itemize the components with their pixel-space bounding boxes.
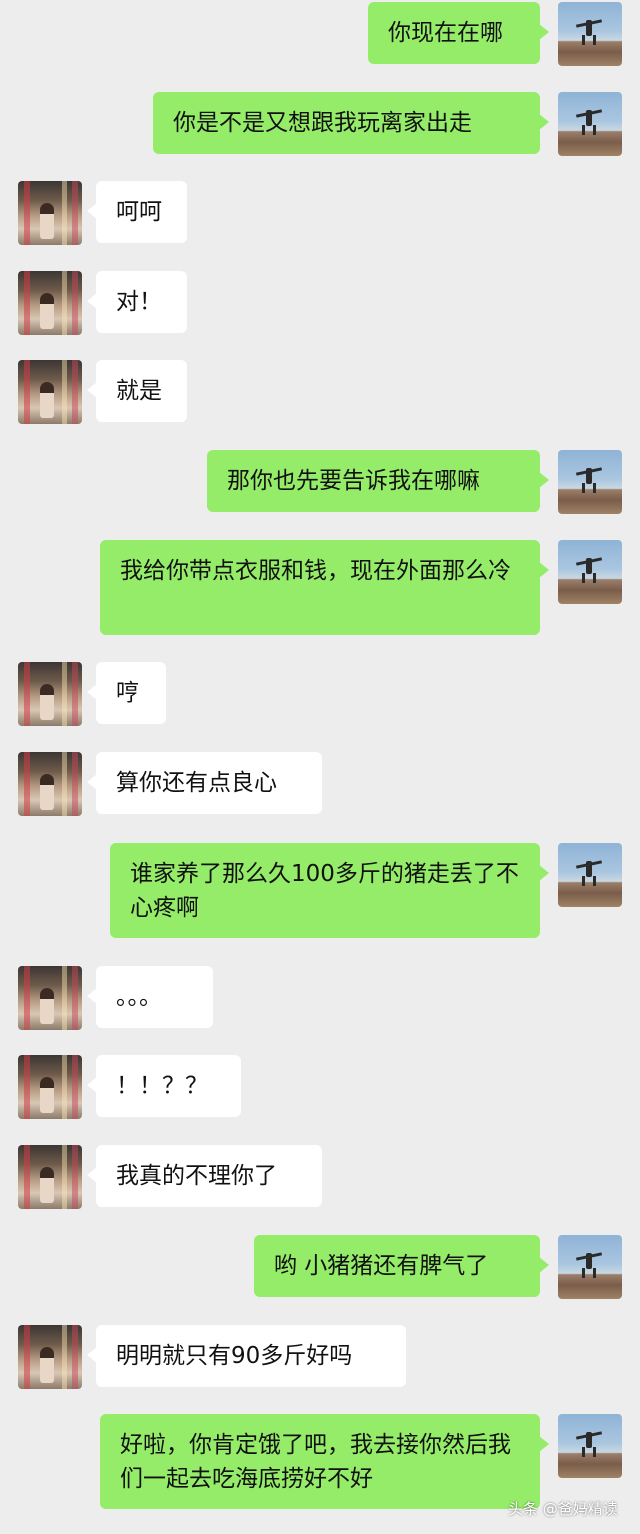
message-bubble-received[interactable]: 。。。 [87, 966, 213, 1028]
contact-avatar[interactable] [18, 966, 82, 1030]
message-bubble-received[interactable]: 我真的不理你了 [87, 1145, 322, 1207]
message-bubble-sent[interactable]: 哟 小猪猪还有脾气了 [254, 1235, 549, 1297]
my-avatar[interactable] [558, 843, 622, 907]
message-bubble-sent[interactable]: 好啦，你肯定饿了吧，我去接你然后我们一起去吃海底捞好不好 [100, 1414, 549, 1509]
message-bubble-sent[interactable]: 你是不是又想跟我玩离家出走 [153, 92, 549, 154]
contact-avatar[interactable] [18, 1145, 82, 1209]
contact-avatar[interactable] [18, 662, 82, 726]
message-bubble-received[interactable]: 对！ [87, 271, 187, 333]
my-avatar[interactable] [558, 450, 622, 514]
message-bubble-received[interactable]: 哼 [87, 662, 166, 724]
my-avatar[interactable] [558, 1235, 622, 1299]
contact-avatar[interactable] [18, 271, 82, 335]
contact-avatar[interactable] [18, 1325, 82, 1389]
message-bubble-sent[interactable]: 那你也先要告诉我在哪嘛 [207, 450, 549, 512]
my-avatar[interactable] [558, 2, 622, 66]
message-bubble-received[interactable]: 就是 [87, 360, 187, 422]
my-avatar[interactable] [558, 1414, 622, 1478]
message-bubble-received[interactable]: 呵呵 [87, 181, 187, 243]
message-bubble-received[interactable]: ！！？？ [87, 1055, 241, 1117]
contact-avatar[interactable] [18, 360, 82, 424]
my-avatar[interactable] [558, 92, 622, 156]
message-bubble-received[interactable]: 明明就只有90多斤好吗 [87, 1325, 406, 1387]
message-bubble-sent[interactable]: 谁家养了那么久100多斤的猪走丢了不心疼啊 [110, 843, 549, 938]
message-bubble-sent[interactable]: 我给你带点衣服和钱，现在外面那么冷 [100, 540, 549, 635]
contact-avatar[interactable] [18, 1055, 82, 1119]
my-avatar[interactable] [558, 540, 622, 604]
message-bubble-received[interactable]: 算你还有点良心 [87, 752, 322, 814]
watermark-text: 头条 @爸妈精读 [508, 1500, 618, 1518]
message-bubble-sent[interactable]: 你现在在哪 [368, 2, 549, 64]
contact-avatar[interactable] [18, 752, 82, 816]
contact-avatar[interactable] [18, 181, 82, 245]
